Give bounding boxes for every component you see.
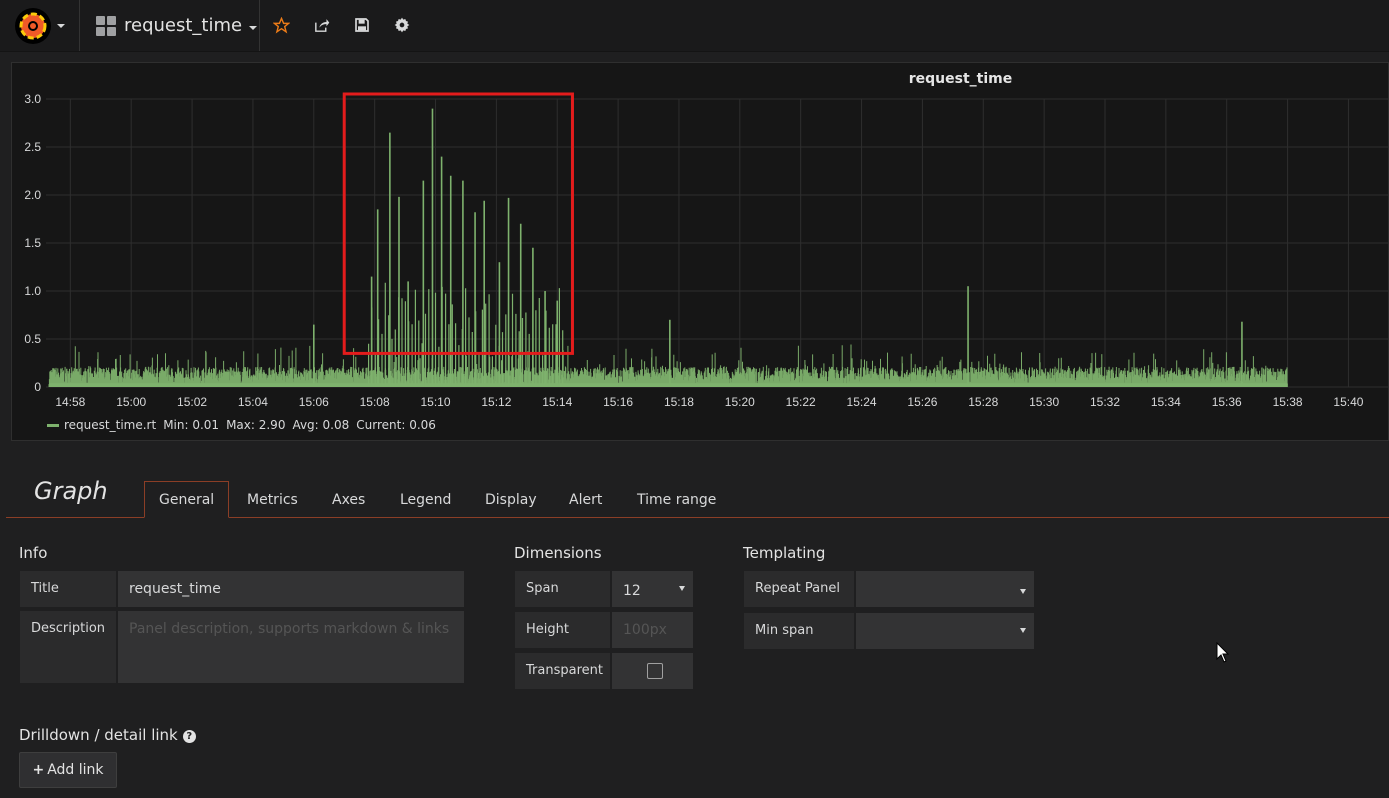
- repeat-panel-select[interactable]: [855, 570, 1035, 608]
- x-tick-label: 15:30: [1029, 395, 1059, 409]
- chevron-down-icon: [1020, 589, 1026, 594]
- height-input[interactable]: 100px: [611, 611, 694, 649]
- y-tick-label: 1.5: [24, 236, 41, 250]
- series-base-fill: [49, 383, 1288, 387]
- x-tick-label: 15:12: [481, 395, 511, 409]
- x-tick-label: 15:32: [1090, 395, 1120, 409]
- info-heading: Info: [19, 544, 48, 562]
- save-button[interactable]: [351, 14, 373, 36]
- chevron-down-icon: [679, 586, 685, 591]
- share-icon: [314, 18, 329, 32]
- grafana-logo-icon: [15, 7, 51, 44]
- request-time-chart[interactable]: 0 0.5 1.0 1.5 2.0 2.5 3.0 14:58 15:00 15:02 15:04 1…: [12, 63, 1388, 440]
- tab-general[interactable]: General: [144, 481, 230, 518]
- legend-series-name[interactable]: request_time.rt: [64, 418, 156, 432]
- x-tick-label: 15:00: [116, 395, 146, 409]
- save-icon: [355, 18, 369, 32]
- x-tick-label: 15:28: [968, 395, 998, 409]
- add-link-label: Add link: [47, 762, 104, 778]
- min-span-label: Min span: [743, 612, 855, 650]
- x-tick-label: 15:24: [847, 395, 877, 409]
- y-tick-label: 0: [34, 380, 41, 394]
- description-textarea[interactable]: Panel description, supports markdown & l…: [117, 610, 465, 684]
- tab-axes[interactable]: Axes: [318, 483, 379, 517]
- chevron-down-icon: [1020, 628, 1026, 633]
- gear-icon: [394, 17, 410, 33]
- drilldown-heading-text: Drilldown / detail link: [19, 726, 178, 744]
- x-tick-label: 15:16: [603, 395, 633, 409]
- dashboard-picker[interactable]: request_time: [80, 0, 260, 51]
- transparent-label: Transparent: [514, 652, 611, 690]
- share-button[interactable]: [310, 14, 332, 36]
- dimensions-heading: Dimensions: [514, 544, 602, 562]
- x-tick-label: 15:20: [725, 395, 755, 409]
- mouse-cursor-icon: [1216, 642, 1230, 663]
- graph-legend: request_time.rt Min: 0.01 Max: 2.90 Avg:…: [47, 418, 436, 432]
- repeat-panel-label: Repeat Panel: [743, 570, 855, 608]
- legend-current: Current: 0.06: [356, 418, 436, 432]
- y-tick-label: 0.5: [24, 332, 41, 346]
- span-value: 12: [623, 583, 641, 599]
- x-tick-label: 15:22: [786, 395, 816, 409]
- height-label: Height: [514, 611, 611, 649]
- x-tick-label: 15:14: [542, 395, 572, 409]
- span-select[interactable]: 12: [611, 570, 694, 608]
- help-icon[interactable]: ?: [182, 730, 196, 743]
- x-tick-label: 15:04: [238, 395, 268, 409]
- tab-display[interactable]: Display: [471, 483, 551, 517]
- x-tick-label: 15:10: [420, 395, 450, 409]
- x-tick-label: 15:08: [360, 395, 390, 409]
- x-tick-label: 15:18: [664, 395, 694, 409]
- legend-min: Min: 0.01: [163, 418, 220, 432]
- templating-heading: Templating: [743, 544, 826, 562]
- x-tick-label: 15:06: [299, 395, 329, 409]
- x-tick-label: 15:40: [1333, 395, 1363, 409]
- dashboard-title: request_time: [124, 15, 243, 36]
- tab-metrics[interactable]: Metrics: [233, 483, 312, 517]
- x-tick-label: 15:36: [1212, 395, 1242, 409]
- description-label: Description: [19, 610, 117, 684]
- legend-max: Max: 2.90: [226, 418, 286, 432]
- title-input[interactable]: request_time: [117, 570, 465, 608]
- drilldown-heading: Drilldown / detail link?: [19, 726, 196, 744]
- x-tick-label: 15:02: [177, 395, 207, 409]
- panel-editor-header: Graph General Metrics Axes Legend Displa…: [6, 465, 1389, 518]
- star-button[interactable]: [270, 14, 292, 36]
- min-span-select[interactable]: [855, 612, 1035, 650]
- legend-avg: Avg: 0.08: [292, 418, 350, 432]
- x-tick-label: 15:38: [1273, 395, 1303, 409]
- y-tick-label: 2.5: [24, 140, 41, 154]
- x-tick-label: 15:34: [1151, 395, 1181, 409]
- series-line: [48, 344, 1288, 387]
- x-tick-label: 14:58: [55, 395, 85, 409]
- add-link-button[interactable]: + Add link: [19, 752, 117, 788]
- tab-time-range[interactable]: Time range: [623, 483, 730, 517]
- chevron-down-icon: [57, 23, 65, 28]
- title-label: Title: [19, 570, 117, 608]
- plus-icon: +: [32, 762, 45, 778]
- legend-swatch: [47, 423, 59, 427]
- settings-button[interactable]: [391, 14, 413, 36]
- span-label: Span: [514, 570, 611, 608]
- top-navbar: request_time: [0, 0, 1389, 52]
- editor-title: Graph: [34, 477, 108, 505]
- transparent-checkbox[interactable]: [647, 663, 663, 679]
- x-tick-label: 15:26: [907, 395, 937, 409]
- y-tick-label: 2.0: [24, 188, 41, 202]
- star-icon: [272, 16, 290, 34]
- y-tick-label: 1.0: [24, 284, 41, 298]
- transparent-field: [611, 652, 694, 690]
- y-tick-label: 3.0: [24, 92, 41, 106]
- tab-legend[interactable]: Legend: [386, 483, 465, 517]
- graph-panel[interactable]: request_time 0 0.5 1.0 1.5 2.0 2.5 3.0 14:58 15:…: [11, 62, 1389, 441]
- grafana-menu-button[interactable]: [0, 0, 80, 51]
- dashboard-grid-icon: [96, 15, 116, 36]
- tab-alert[interactable]: Alert: [555, 483, 616, 517]
- chevron-down-icon: [249, 25, 258, 30]
